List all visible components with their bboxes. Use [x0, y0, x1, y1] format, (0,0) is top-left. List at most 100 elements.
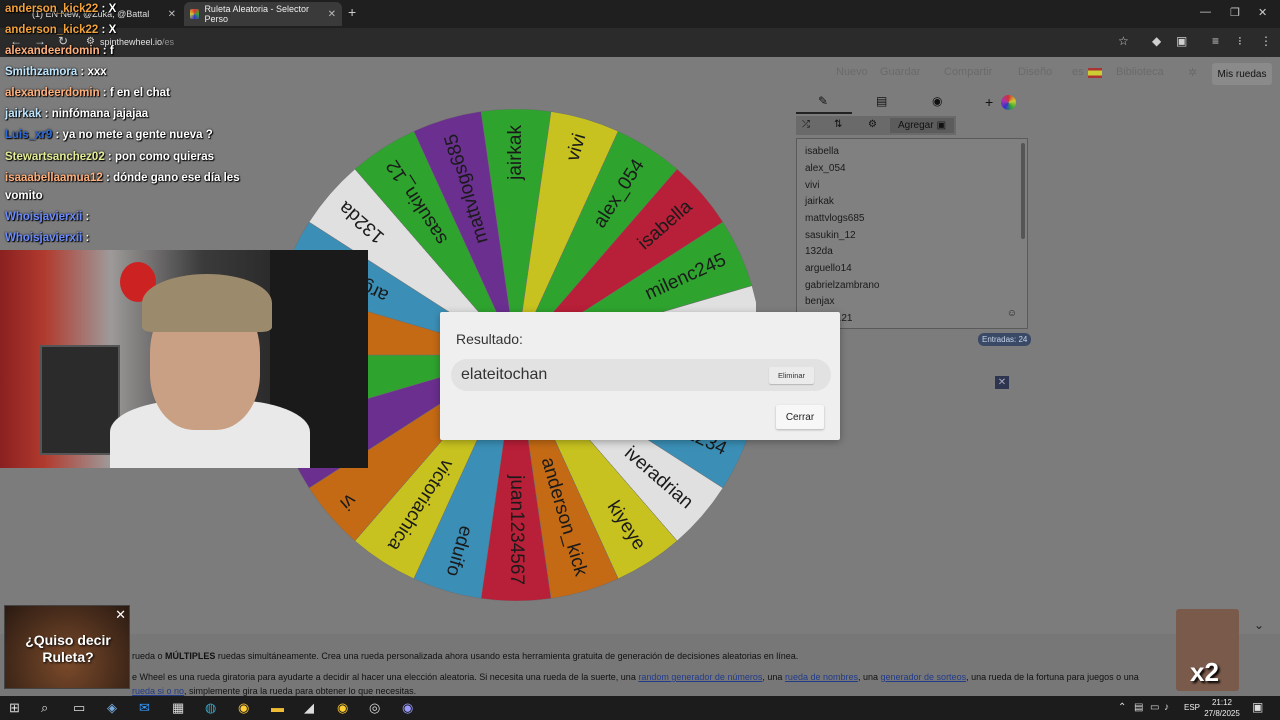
minimize-button[interactable]: — — [1200, 6, 1211, 18]
clock-date: 27/8/2025 — [1204, 709, 1240, 718]
chat-message: alexandeerdomin : f — [5, 45, 114, 57]
entry-item: mattvlogs685 — [805, 213, 865, 224]
emoji-icon[interactable]: ☺ — [1007, 308, 1017, 319]
chat-username[interactable]: Luis_xr9 — [5, 129, 52, 141]
close-window-button[interactable]: ✕ — [1258, 6, 1267, 19]
close-icon[interactable]: ✕ — [115, 607, 126, 623]
app-icon[interactable]: ◢ — [304, 700, 314, 716]
battery-icon[interactable]: ▭ — [1150, 702, 1159, 713]
chat-username[interactable]: alexandeerdomin — [5, 87, 100, 99]
chat-username[interactable]: isaaabellaamua12 — [5, 172, 103, 184]
chat-username[interactable]: alexandeerdomin — [5, 45, 100, 57]
mis-ruedas-button[interactable]: Mis ruedas — [1212, 63, 1272, 85]
obs-icon[interactable]: ◎ — [369, 700, 380, 716]
chrome-icon[interactable]: ◉ — [238, 700, 249, 716]
notification-icon[interactable]: ▣ — [1252, 700, 1263, 714]
calculator-icon[interactable]: ▦ — [172, 700, 184, 716]
image-icon: ▣ — [936, 120, 947, 131]
favicon-icon — [190, 9, 200, 19]
tab-label: Ruleta Aleatoria - Selector Perso — [204, 4, 309, 24]
entry-item: jairkak — [805, 196, 834, 207]
search-icon[interactable]: ⌕ — [41, 700, 48, 716]
entry-item: 132da — [805, 246, 833, 257]
chat-username[interactable]: Whoisjavierxii — [5, 211, 82, 223]
chat-text: vomito — [5, 190, 43, 202]
close-icon[interactable]: ✕ — [995, 376, 1009, 389]
entry-item: gabrielzambrano — [805, 280, 880, 291]
footer-text: ruedas simultáneamente. Crea una rueda p… — [215, 651, 799, 661]
yes-no-wheel-link[interactable]: rueda si o no — [132, 686, 184, 696]
menu-diseno[interactable]: Diseño — [1018, 66, 1052, 78]
close-icon[interactable]: ✕ — [328, 9, 336, 20]
pencil-icon[interactable]: ✎ — [818, 94, 828, 108]
chat-text: X — [108, 24, 117, 36]
raffle-generator-link[interactable]: generador de sorteos — [881, 672, 967, 682]
bookmark-star-icon[interactable]: ☆ — [1118, 34, 1129, 48]
shuffle-icon[interactable]: ⤮ — [802, 119, 810, 130]
folder-icon[interactable]: ▬ — [271, 700, 284, 715]
footer-text: rueda o — [132, 651, 166, 661]
chat-username[interactable]: anderson_kick22 — [5, 24, 98, 36]
copilot-icon[interactable]: ◈ — [107, 700, 117, 716]
chat-message: jairkak : ninfómana jajajaa — [5, 108, 149, 120]
puzzle-icon[interactable]: ▣ — [1176, 34, 1187, 48]
hide-icon[interactable]: ◉ — [932, 94, 942, 108]
tray-chevron-icon[interactable]: ⌃ — [1118, 702, 1126, 713]
chat-username[interactable]: Whoisjavierxii — [5, 232, 82, 244]
list-icon[interactable]: ▤ — [876, 94, 887, 108]
windows-taskbar: ⊞ ⌕ ▭ ◈ ✉ ▦ ◍ ◉ ▬ ◢ ◉ ◎ ◉ ⌃ ▤ ▭ ♪ — [0, 696, 1280, 720]
close-icon[interactable]: ✕ — [168, 9, 176, 20]
sort-icon[interactable]: ⇅ — [834, 119, 842, 130]
promo-overlay: ¿Quiso decir Ruleta? ✕ — [4, 605, 130, 689]
language-indicator[interactable]: ESP — [1184, 703, 1200, 712]
tab-active[interactable]: Ruleta Aleatoria - Selector Perso ✕ — [184, 2, 342, 26]
url-path: /es — [162, 37, 175, 47]
menu-nuevo[interactable]: Nuevo — [836, 66, 868, 78]
new-tab-button[interactable]: + — [348, 4, 356, 20]
outlook-icon[interactable]: ✉ — [139, 700, 150, 716]
volume-icon[interactable]: ♪ — [1164, 702, 1169, 713]
menu-guardar[interactable]: Guardar — [880, 66, 920, 78]
name-wheel-link[interactable]: rueda de nombres — [785, 672, 858, 682]
network-icon[interactable]: ▤ — [1134, 702, 1143, 713]
menu-compartir[interactable]: Compartir — [944, 66, 992, 78]
settings-icon[interactable]: ✲ — [1188, 66, 1197, 79]
agregar-label: Agregar — [897, 120, 934, 131]
chat-message: alexandeerdomin : f en el chat — [5, 87, 170, 99]
chat-text: dónde gano ese día les — [113, 172, 240, 184]
footer-line-2: e Wheel es una rueda giratoria para ayud… — [132, 672, 1139, 682]
wheel-segment-label: juan1234567 — [506, 474, 527, 585]
scrollbar[interactable] — [1021, 143, 1025, 239]
chat-username[interactable]: anderson_kick22 — [5, 3, 98, 15]
chevron-down-icon[interactable]: ⌄ — [1254, 618, 1264, 632]
entry-item: isabella — [805, 146, 839, 157]
footer-text: , simplemente gira la rueda para obtener… — [184, 686, 417, 696]
random-numbers-link[interactable]: random generador de números — [638, 672, 762, 682]
chat-message: anderson_kick22 : X — [5, 3, 117, 15]
extension-icon[interactable]: ◆ — [1152, 34, 1161, 48]
eliminar-button[interactable]: Eliminar — [769, 367, 814, 384]
chat-username[interactable]: Smithzamora — [5, 66, 77, 78]
edge-icon[interactable]: ◍ — [205, 700, 216, 716]
agregar-button[interactable]: Agregar ▣ — [890, 118, 954, 133]
profile-icon[interactable]: ⁝ — [1238, 34, 1242, 48]
chat-username[interactable]: jairkak — [5, 108, 41, 120]
chrome-active-icon[interactable]: ◉ — [337, 700, 348, 716]
task-view-icon[interactable]: ▭ — [73, 700, 85, 716]
menu-biblioteca[interactable]: Biblioteca — [1116, 66, 1164, 78]
media-icon[interactable]: ≡ — [1212, 34, 1219, 48]
windows-start-icon[interactable]: ⊞ — [9, 700, 20, 716]
app2-icon[interactable]: ◉ — [402, 700, 413, 716]
menu-icon[interactable]: ⋮ — [1260, 34, 1272, 48]
add-wheel-button[interactable]: + — [985, 94, 993, 110]
menu-language[interactable]: es — [1072, 66, 1084, 78]
clock[interactable]: 21:12 27/8/2025 — [1200, 697, 1244, 719]
chat-text: ya no mete a gente nueva ? — [62, 129, 213, 141]
chat-message: vomito — [5, 190, 43, 202]
entries-textarea[interactable]: isabella alex_054 vivi jairkak mattvlogs… — [796, 138, 1028, 329]
footer-text: , una rueda de la fortuna para juegos o … — [966, 672, 1139, 682]
cerrar-button[interactable]: Cerrar — [776, 405, 824, 429]
chat-username[interactable]: Stewartsanchez02 — [5, 151, 105, 163]
restore-button[interactable]: ❐ — [1230, 6, 1240, 19]
gear-icon[interactable]: ⚙ — [868, 119, 877, 130]
